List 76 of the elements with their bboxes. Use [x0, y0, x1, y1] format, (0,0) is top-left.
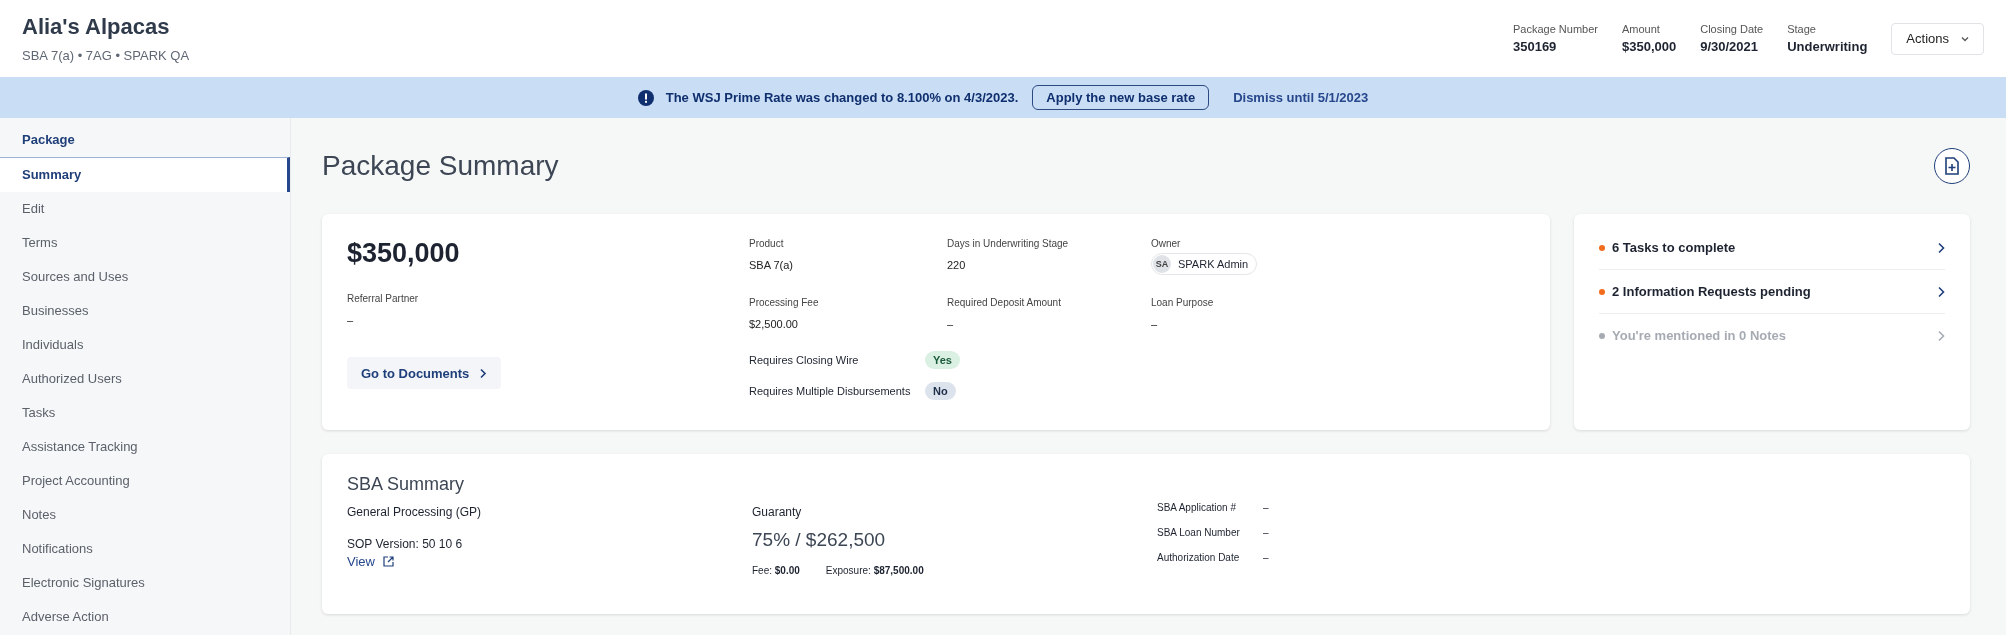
owner-name: SPARK Admin: [1178, 258, 1249, 270]
stat-value: Underwriting: [1787, 39, 1868, 54]
stat-label: Amount: [1621, 23, 1661, 35]
stat-value: 9/30/2021: [1700, 39, 1760, 54]
exposure-text: Exposure: $87,500.00: [825, 565, 924, 576]
sidebar-item[interactable]: Sources and Uses: [0, 260, 290, 294]
field-value: –: [1151, 318, 1159, 330]
page-heading: Package Summary: [322, 150, 559, 182]
flag-label: Requires Multiple Disbursements: [749, 384, 912, 397]
field-label: Product: [749, 238, 785, 249]
sidebar-item[interactable]: Adverse Action: [0, 600, 290, 634]
detail-value: –: [1263, 527, 1269, 538]
detail-value: –: [1263, 502, 1269, 513]
field-label: Loan Purpose: [1151, 297, 1215, 308]
stat-label: Stage: [1787, 23, 1817, 35]
attention-item[interactable]: 2 Information Requests pending: [1599, 270, 1945, 314]
actions-button[interactable]: Actions: [1891, 22, 1984, 55]
export-button[interactable]: [1934, 148, 1970, 184]
field-value: –: [947, 318, 955, 330]
status-pill: Yes: [925, 350, 960, 369]
stat-label: Closing Date: [1700, 23, 1764, 35]
field-label: Referral Partner: [347, 293, 420, 304]
apply-rate-button[interactable]: Apply the new base rate: [1032, 85, 1210, 110]
guaranty-value: 75% / $262,500: [752, 529, 887, 551]
sidebar-item[interactable]: Project Accounting: [0, 464, 290, 498]
flag-label: Requires Closing Wire: [749, 353, 860, 366]
stat-value: 350169: [1512, 39, 1558, 54]
field-value: 220: [947, 259, 967, 271]
sidebar-item[interactable]: Tasks: [0, 396, 290, 430]
sidebar-item[interactable]: Businesses: [0, 294, 290, 328]
attention-item[interactable]: 6 Tasks to complete: [1599, 226, 1945, 270]
field-value: $2,500.00: [749, 318, 799, 330]
field-label: Owner: [1151, 238, 1182, 249]
sidebar-item[interactable]: Notifications: [0, 532, 290, 566]
chevron-right-icon: [479, 367, 488, 379]
sop-version: SOP Version: 50 10 6: [347, 537, 464, 551]
documents-button[interactable]: Go to Documents: [347, 357, 502, 389]
detail-label: SBA Loan Number: [1157, 527, 1241, 538]
sidebar-heading: Package: [21, 131, 76, 149]
banner-message: The WSJ Prime Rate was changed to 8.100% on 4/3/2023.: [665, 90, 1019, 105]
loan-amount: $350,000: [347, 238, 461, 269]
field-value: –: [347, 314, 355, 326]
alert-icon: [637, 89, 654, 106]
caret-icon: [1961, 35, 1969, 42]
chevron-right-icon: [1937, 329, 1945, 342]
detail-value: –: [1263, 552, 1269, 563]
detail-label: Authorization Date: [1157, 552, 1241, 563]
field-value: SBA 7(a): [749, 259, 795, 271]
sidebar-item[interactable]: Assistance Tracking: [0, 430, 290, 464]
field-label: Processing Fee: [749, 297, 820, 308]
processing-type: General Processing (GP): [347, 505, 483, 519]
stat-value: $350,000: [1621, 39, 1677, 54]
document-add-icon: [1944, 157, 1960, 175]
chevron-right-icon: [1937, 241, 1945, 254]
sidebar-item[interactable]: Individuals: [0, 328, 290, 362]
sidebar-item[interactable]: Terms: [0, 226, 290, 260]
page-title: Alia's Alpacas: [22, 14, 171, 40]
status-pill: No: [925, 381, 956, 400]
field-label: Days in Underwriting Stage: [947, 238, 1070, 249]
sidebar-item[interactable]: Edit: [0, 192, 290, 226]
avatar-initials: SA: [1153, 255, 1171, 273]
field-label: Required Deposit Amount: [947, 297, 1062, 308]
dismiss-link[interactable]: Dismiss until 5/1/2023: [1233, 90, 1369, 105]
sidebar-item[interactable]: Authorized Users: [0, 362, 290, 396]
sidebar-item[interactable]: Summary: [0, 157, 290, 192]
fee-text: Fee: $0.00: [752, 565, 800, 576]
detail-label: SBA Application #: [1157, 502, 1237, 513]
chevron-right-icon: [1937, 285, 1945, 298]
sidebar-item[interactable]: Electronic Signatures: [0, 566, 290, 600]
guaranty-label: Guaranty: [752, 505, 803, 519]
card-title: SBA Summary: [347, 474, 466, 495]
package-subtitle: SBA 7(a) • 7AG • SPARK QA: [22, 48, 190, 63]
stat-label: Package Number: [1512, 23, 1598, 35]
external-link-icon: [382, 556, 394, 567]
view-link[interactable]: View: [347, 554, 394, 569]
sidebar-item[interactable]: Notes: [0, 498, 290, 532]
